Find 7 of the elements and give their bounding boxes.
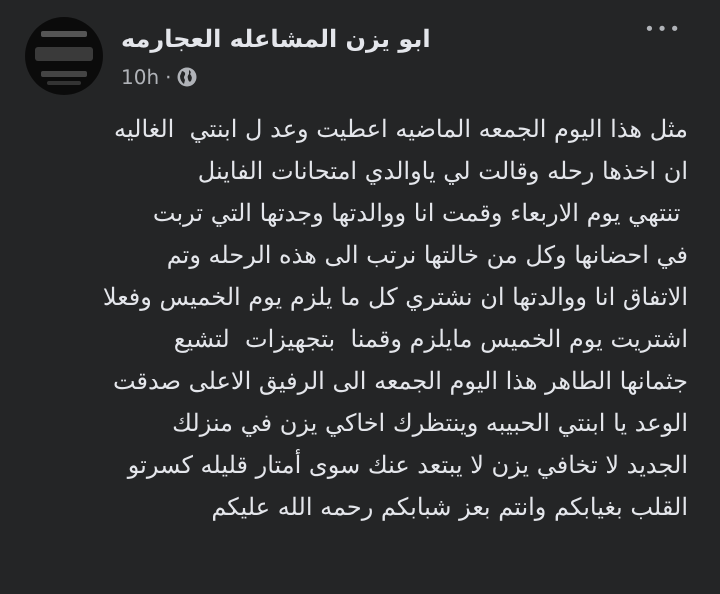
avatar[interactable] [25, 17, 103, 95]
post-text: مثل هذا اليوم الجمعه الماضيه اعطيت وعد ل ابنتي الغاليه ان اخذها رحله وقالت لي ياوالدي امتحانات الفاينل تنتهي يوم الاربعاء وقمت انا ووالدتها وجدتها التي تربت في احضانها وكل من خالتها نرتب الى هذه الرحله وتم الاتفاق انا ووالدتها ان نشتري كل ما يلزم يوم الخميس وفعلا اشتريت يوم الخميس مايلزم وقمنا بتجهيزات لتشيع جثمانها الطاهر هذا اليوم الجمعه الى الرفيق الاعلى صدقت الوعد يا ابنتي الحبيبه وينتظرك اخاكي يزن في منزلك الجديد لا تخافي يزن لا يبتعد عنك سوى أمتار قليله كسرتو القلب بغيابكم وانتم بعز شبابكم رحمه الله عليكم [102, 114, 689, 523]
author-name[interactable]: ابو يزن المشاعله العجارمه [121, 20, 431, 58]
more-options-button[interactable]: ••• [644, 21, 682, 39]
globe-icon[interactable] [177, 67, 198, 87]
separator: · [165, 64, 172, 91]
post-time[interactable]: 10h [121, 62, 160, 92]
